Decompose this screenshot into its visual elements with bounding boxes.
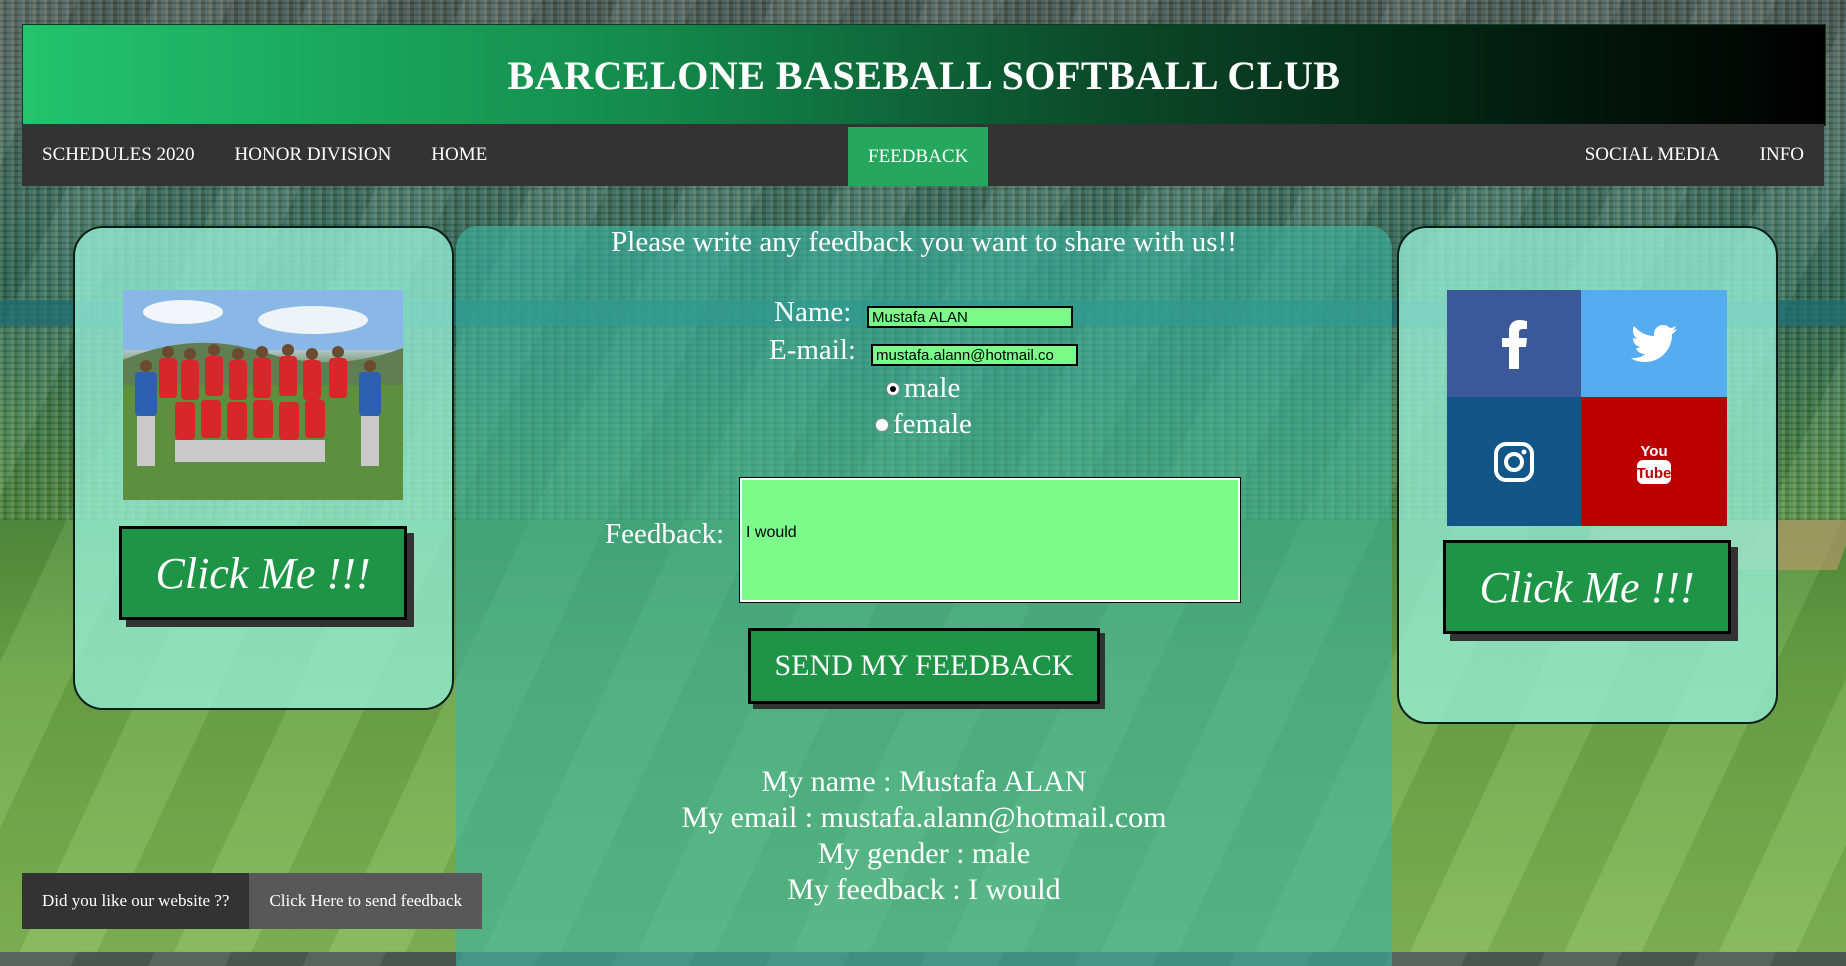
- nav-home[interactable]: HOME: [411, 124, 507, 186]
- name-input[interactable]: [867, 306, 1073, 328]
- name-label: Name:: [774, 296, 852, 328]
- feedback-label: Feedback:: [605, 518, 725, 550]
- team-photo: [123, 290, 403, 500]
- instagram-icon[interactable]: [1447, 397, 1581, 526]
- nav-right-group: SOCIAL MEDIA INFO: [1565, 124, 1824, 186]
- male-radio[interactable]: [886, 381, 900, 396]
- feedback-panel: Please write any feedback you want to sh…: [456, 226, 1392, 966]
- email-label: E-mail:: [769, 334, 856, 366]
- site-title: BARCELONE BASEBALL SOFTBALL CLUB: [507, 52, 1341, 98]
- right-panel: You Tube Click Me !!!: [1397, 226, 1778, 724]
- nav-social-media[interactable]: SOCIAL MEDIA: [1565, 124, 1740, 186]
- female-radio[interactable]: [875, 417, 889, 432]
- twitter-icon[interactable]: [1581, 290, 1727, 397]
- main-nav: SCHEDULES 2020 HONOR DIVISION HOME FEEDB…: [22, 124, 1824, 186]
- bottom-send-feedback-button[interactable]: Click Here to send feedback: [249, 873, 483, 929]
- bottom-question: Did you like our website ??: [22, 873, 250, 929]
- svg-text:You: You: [1640, 443, 1667, 460]
- left-panel: Click Me !!!: [73, 226, 454, 710]
- nav-info[interactable]: INFO: [1740, 124, 1824, 186]
- youtube-icon[interactable]: You Tube: [1581, 397, 1727, 526]
- site-header: BARCELONE BASEBALL SOFTBALL CLUB: [22, 24, 1826, 126]
- feedback-prompt: Please write any feedback you want to sh…: [611, 226, 1237, 258]
- summary-gender: My gender : male: [817, 837, 1031, 870]
- nav-honor-division[interactable]: HONOR DIVISION: [215, 124, 412, 186]
- summary-email: My email : mustafa.alann@hotmail.com: [681, 801, 1167, 834]
- nav-feedback[interactable]: FEEDBACK: [848, 127, 989, 186]
- male-label: male: [904, 372, 961, 404]
- social-grid: You Tube: [1447, 290, 1727, 526]
- facebook-icon[interactable]: [1447, 290, 1581, 397]
- send-feedback-button[interactable]: SEND MY FEEDBACK: [748, 628, 1100, 704]
- summary-feedback: My feedback : I would: [787, 873, 1061, 906]
- bottom-feedback-bar: Did you like our website ?? Click Here t…: [22, 873, 483, 929]
- gender-female-option[interactable]: female: [875, 408, 972, 441]
- svg-text:Tube: Tube: [1637, 465, 1672, 482]
- team-photo-art: [123, 290, 403, 500]
- email-input[interactable]: [871, 344, 1078, 366]
- left-click-me-button[interactable]: Click Me !!!: [119, 526, 407, 620]
- female-label: female: [893, 408, 972, 440]
- summary-name: My name : Mustafa ALAN: [761, 765, 1087, 798]
- nav-schedules[interactable]: SCHEDULES 2020: [22, 124, 215, 186]
- right-click-me-button[interactable]: Click Me !!!: [1443, 540, 1731, 634]
- gender-male-option[interactable]: male: [886, 372, 960, 405]
- feedback-textarea[interactable]: I would: [739, 477, 1241, 603]
